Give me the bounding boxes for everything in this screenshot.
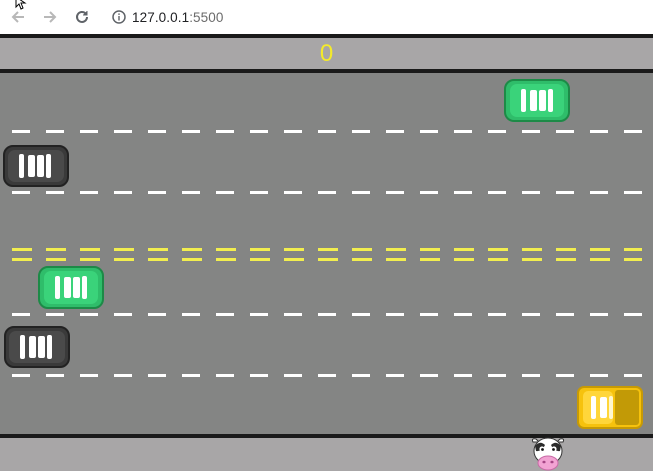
road	[0, 73, 653, 434]
reload-button[interactable]	[70, 5, 94, 29]
dark-car	[3, 145, 69, 187]
address-bar[interactable]: 127.0.0.1:5500	[112, 5, 224, 29]
center-line	[12, 258, 642, 261]
score-counter: 0	[319, 39, 334, 67]
url-host: 127.0.0.1	[132, 9, 190, 25]
green-car	[504, 79, 570, 122]
forward-button[interactable]	[38, 5, 62, 29]
center-line	[12, 248, 642, 251]
lane-divider	[12, 313, 642, 316]
reload-icon	[76, 10, 88, 23]
arrow-right-icon	[44, 11, 57, 23]
dark-car	[4, 326, 70, 368]
cow-player[interactable]	[530, 436, 566, 471]
lane-divider	[12, 130, 642, 133]
lane-divider	[12, 191, 642, 194]
score-bar: 0	[0, 38, 653, 69]
mouse-cursor-icon	[15, 0, 27, 10]
lane-divider	[12, 374, 642, 377]
green-car	[38, 266, 104, 309]
info-icon	[112, 10, 126, 24]
browser-toolbar: 127.0.0.1:5500	[0, 0, 653, 34]
yellow-car	[577, 386, 643, 429]
url-text: 127.0.0.1:5500	[132, 10, 224, 25]
arrow-left-icon	[11, 11, 24, 23]
url-port: :5500	[189, 9, 224, 25]
